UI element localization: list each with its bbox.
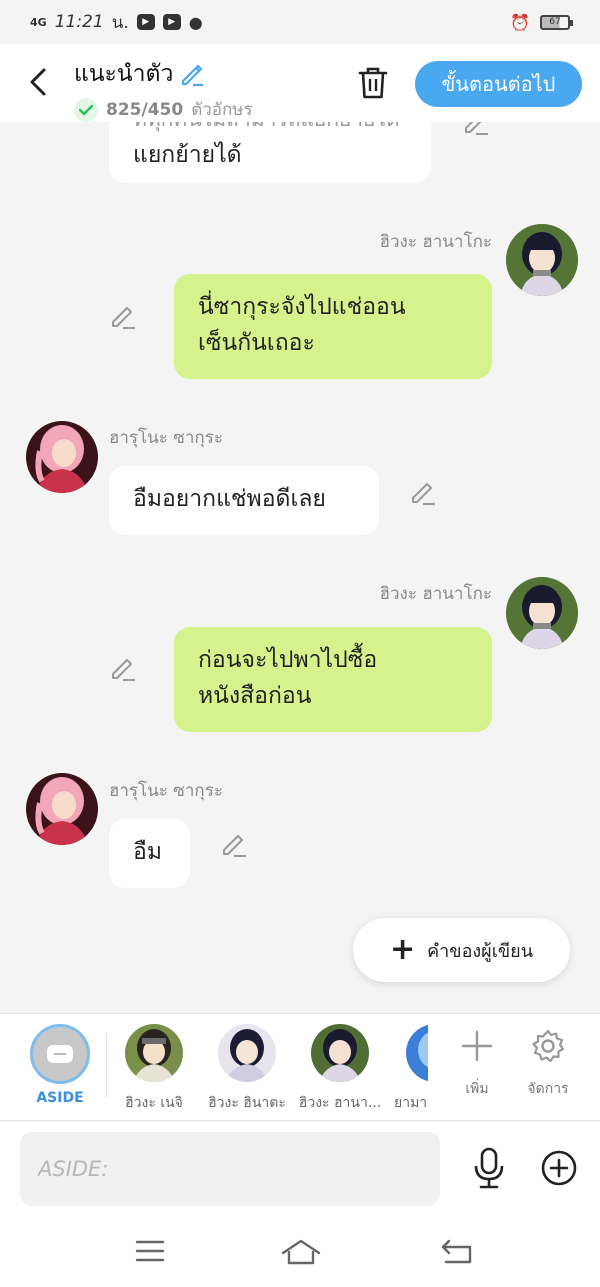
edit-message-icon[interactable] (409, 478, 437, 506)
check-icon (74, 97, 98, 122)
input-bar (0, 1122, 600, 1222)
aside-icon (30, 1024, 90, 1084)
speaker-name: ฮิวงะ ฮานาโกะ (379, 584, 492, 604)
next-step-button[interactable]: ขั้นตอนต่อไป (415, 61, 582, 107)
manage-label: จัดการ (527, 1081, 569, 1097)
page-title: แนะนำตัว (74, 61, 174, 87)
avatar-sakura[interactable] (26, 773, 98, 845)
edit-message-icon[interactable] (220, 830, 248, 858)
character-neji[interactable]: ฮิวงะ เนจิ (108, 1024, 200, 1114)
home-nav-button[interactable] (280, 1238, 322, 1266)
status-time: 11:21 (54, 12, 104, 32)
avatar-neji (125, 1024, 183, 1082)
char-count-unit: ตัวอักษร (191, 100, 253, 120)
title-block: แนะนำตัว 825/450 ตัวอักษร (74, 56, 253, 123)
voice-input-button[interactable] (471, 1146, 507, 1190)
add-label: เพิ่ม (465, 1081, 489, 1097)
add-character-button[interactable]: เพิ่ม (445, 1028, 509, 1100)
edit-title-icon[interactable] (179, 61, 205, 87)
plus-icon (461, 1030, 493, 1062)
status-bar: 4G 11:21 น. ▶ ▶ ● ⏰ 67 (0, 0, 600, 44)
message-line: อืม (133, 839, 162, 865)
message-bubble[interactable]: อืมอยากแช่พอดีเลย (109, 466, 379, 535)
character-name: ฮิวงะ เนจิ (125, 1095, 183, 1111)
plus-icon: + (389, 932, 416, 967)
avatar-hanako[interactable] (506, 577, 578, 649)
message-line: นี่ซากุระจังไปแช่ออน (198, 294, 406, 320)
return-icon (441, 1239, 472, 1264)
message-line: เซ็นกันเถอะ (198, 330, 315, 356)
avatar-yama (406, 1024, 428, 1082)
message-line: หนังสือก่อน (198, 683, 312, 709)
chat-notification-icon: ● (188, 12, 203, 32)
attach-button[interactable] (541, 1150, 577, 1186)
divider (106, 1034, 107, 1098)
chat-area[interactable]: ที่ทุกคนไม่สามารถแยกย้ายได้ แยกย้ายได้ ฮ… (0, 122, 600, 1012)
author-note-button[interactable]: + คำของผู้เขียน (353, 918, 570, 982)
home-icon (281, 1239, 321, 1265)
trash-icon (358, 67, 388, 99)
message-line: อืมอยากแช่พอดีเลย (133, 486, 326, 512)
edit-message-icon[interactable] (462, 122, 490, 136)
avatar-hanako[interactable] (506, 224, 578, 296)
character-name: ยามา (394, 1095, 428, 1111)
aside-label: ASIDE (36, 1090, 84, 1106)
microphone-icon (474, 1147, 504, 1189)
character-name: ฮิวงะ ฮานา... (298, 1095, 382, 1111)
message-bubble[interactable]: ที่ทุกคนไม่สามารถแยกย้ายได้ แยกย้ายได้ (109, 122, 431, 183)
video-notification-icon: ▶ (136, 14, 155, 30)
avatar-sakura[interactable] (26, 421, 98, 493)
speaker-name: ฮารุโนะ ซากุระ (109, 781, 223, 801)
speaker-name: ฮิวงะ ฮานาโกะ (379, 232, 492, 252)
network-indicator: 4G (30, 15, 47, 29)
message-bubble[interactable]: นี่ซากุระจังไปแช่ออน เซ็นกันเถอะ (174, 274, 492, 379)
character-hanako[interactable]: ฮิวงะ ฮานา... (294, 1024, 386, 1114)
edit-message-icon[interactable] (109, 302, 137, 330)
delete-button[interactable] (357, 66, 389, 100)
message-line: แยกย้ายได้ (133, 142, 242, 168)
avatar-hinata (218, 1024, 276, 1082)
plus-circle-icon (541, 1150, 577, 1186)
status-period: น. (111, 12, 129, 33)
youtube-notification-icon: ▶ (162, 14, 181, 30)
message-bubble[interactable]: อืม (109, 819, 190, 888)
avatar-hanako (311, 1024, 369, 1082)
back-button[interactable] (24, 64, 52, 100)
back-nav-button[interactable] (440, 1238, 476, 1266)
system-nav-bar (0, 1222, 600, 1287)
character-aside[interactable]: ASIDE (28, 1024, 92, 1106)
character-bar: ASIDE ฮิวงะ เนจิ ฮิวงะ ฮินาตะ ฮิวงะ ฮานา… (0, 1013, 600, 1121)
back-arrow-icon (30, 68, 46, 96)
alarm-icon: ⏰ (510, 12, 530, 32)
speaker-name: ฮารุโนะ ซากุระ (109, 428, 223, 448)
char-count: 825/450 (106, 99, 184, 120)
message-line: ก่อนจะไปพาไปซื้อ (198, 647, 378, 673)
gear-icon (532, 1029, 565, 1063)
character-name: ฮิวงะ ฮินาตะ (208, 1095, 286, 1111)
character-yama[interactable]: ยามา (386, 1024, 428, 1114)
manage-characters-button[interactable]: จัดการ (516, 1028, 580, 1100)
edit-message-icon[interactable] (109, 654, 137, 682)
top-header: แนะนำตัว 825/450 ตัวอักษร ขั้นตอนต่อไป (0, 44, 600, 122)
menu-icon (135, 1240, 165, 1262)
menu-nav-button[interactable] (134, 1238, 170, 1266)
aside-input[interactable] (20, 1132, 440, 1206)
message-line: ที่ทุกคนไม่สามารถแยกย้ายได้ (133, 122, 407, 137)
character-hinata[interactable]: ฮิวงะ ฮินาตะ (201, 1024, 293, 1114)
author-note-label: คำของผู้เขียน (427, 940, 534, 962)
message-bubble[interactable]: ก่อนจะไปพาไปซื้อ หนังสือก่อน (174, 627, 492, 732)
battery-icon: 67 (540, 14, 573, 30)
